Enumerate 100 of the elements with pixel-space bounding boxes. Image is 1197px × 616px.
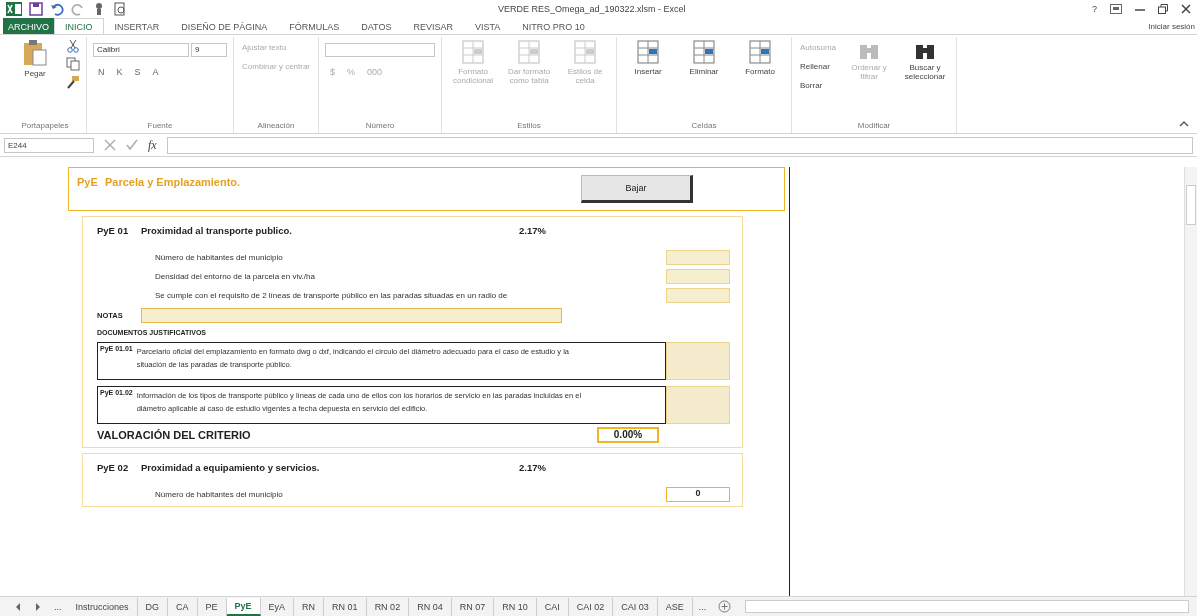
cancel-icon[interactable] — [104, 139, 116, 151]
scroll-right-icon[interactable] — [34, 602, 42, 611]
vertical-scrollbar[interactable] — [1184, 167, 1197, 596]
ribbon-tab[interactable]: DISEÑO DE PÁGINA — [170, 18, 279, 34]
field-label: Número de habitantes del municipio — [155, 253, 283, 262]
scissors-icon[interactable] — [66, 39, 80, 53]
table-grid-icon — [461, 39, 486, 65]
clipboard-icon — [22, 39, 48, 67]
sheet-tab[interactable]: CA — [168, 597, 198, 616]
collapse-ribbon-icon[interactable] — [1179, 121, 1189, 127]
ribbon-display-icon[interactable] — [1110, 4, 1122, 14]
sign-in-link[interactable]: Iniciar sesión — [1148, 18, 1197, 34]
criterion-title: Proximidad al transporte publico. — [141, 225, 293, 236]
criterion-code: PyE 01 — [97, 225, 130, 236]
input-cell[interactable] — [666, 269, 730, 284]
table-grid-icon — [692, 39, 717, 65]
restore-icon[interactable] — [1158, 4, 1168, 14]
ribbon-group-label: Fuente — [146, 121, 174, 132]
close-icon[interactable] — [1181, 4, 1191, 14]
sheet-tab[interactable]: CAI 02 — [568, 597, 614, 616]
save-icon[interactable] — [29, 2, 43, 16]
ribbon-group-label: Número — [364, 121, 396, 132]
attachment-cell[interactable] — [666, 342, 730, 380]
down-button[interactable]: Bajar — [581, 175, 693, 203]
table-grid-icon — [573, 39, 598, 65]
sheet-tab[interactable]: DG — [137, 597, 169, 616]
help-button[interactable]: ? — [1092, 4, 1097, 14]
check-icon[interactable] — [126, 139, 138, 151]
format-toggle[interactable]: K — [111, 67, 128, 77]
ribbon-group-label: Modificar — [856, 121, 892, 132]
ribbon-command[interactable]: Borrar — [798, 81, 839, 90]
ribbon-group-label: Estilos — [516, 121, 542, 132]
section-code: PyE — [77, 176, 99, 188]
input-cell[interactable]: 0 — [666, 487, 730, 502]
criterion-code: PyE 02 — [97, 462, 130, 473]
input-cell[interactable] — [666, 250, 730, 265]
sheet-tab[interactable]: RN 01 — [324, 597, 367, 616]
input-cell[interactable] — [666, 288, 730, 303]
number-format-field[interactable] — [325, 43, 436, 57]
redo-icon[interactable] — [71, 2, 85, 16]
window-title: VERDE RES_Omega_ad_190322.xlsm - Excel — [498, 4, 686, 14]
horizontal-scrollbar[interactable] — [745, 600, 1189, 613]
ribbon-group-label: Celdas — [690, 121, 718, 132]
ribbon-tab[interactable]: FÓRMULAS — [278, 18, 351, 34]
ribbon-command[interactable]: Rellenar — [798, 62, 839, 71]
print-preview-icon[interactable] — [113, 2, 127, 16]
insert-function-button[interactable]: fx — [148, 137, 157, 153]
ribbon-command[interactable]: Insertar — [623, 39, 674, 76]
ribbon-tab[interactable]: REVISAR — [402, 18, 464, 34]
sheet-tab[interactable]: PE — [197, 597, 227, 616]
notes-field[interactable] — [141, 308, 562, 323]
paste-button[interactable]: Pegar — [10, 39, 60, 78]
ribbon-tab[interactable]: VISTA — [463, 18, 512, 34]
sheet-tab[interactable]: PyE — [226, 597, 261, 616]
undo-icon[interactable] — [50, 2, 64, 16]
add-sheet-icon[interactable] — [718, 600, 732, 613]
more-sheets-button[interactable]: ... — [692, 601, 713, 612]
formula-field[interactable] — [166, 136, 1193, 154]
sheet-tab[interactable]: RN 04 — [409, 597, 452, 616]
field-label: Número de habitantes del municipio — [155, 490, 283, 499]
sheet-tab[interactable]: RN 02 — [366, 597, 410, 616]
attachment-cell[interactable] — [666, 386, 730, 424]
criterion-title: Proximidad a equipamiento y servicios. — [141, 462, 321, 473]
format-toggle[interactable]: S — [129, 67, 146, 77]
ribbon-tab[interactable]: INSERTAR — [103, 18, 171, 34]
sheet-tab[interactable]: RN 07 — [451, 597, 495, 616]
score-value: 0.00% — [597, 427, 659, 443]
ribbon-command[interactable]: Formato — [735, 39, 786, 76]
sheet-tab[interactable]: Instrucciones — [67, 597, 138, 616]
font-name-field[interactable]: Calibri — [93, 43, 189, 57]
sheet-tab[interactable]: CAI — [536, 597, 569, 616]
section-title: Parcela y Emplazamiento. — [105, 176, 241, 188]
name-box[interactable]: E244 — [4, 137, 94, 153]
ribbon-tab[interactable]: DATOS — [350, 18, 403, 34]
table-grid-icon — [748, 39, 773, 65]
scroll-left-icon[interactable] — [14, 602, 22, 611]
font-size-field[interactable]: 9 — [191, 43, 227, 57]
score-label: VALORACIÓN DEL CRITERIO — [97, 429, 251, 441]
format-painter-icon[interactable] — [66, 75, 80, 89]
field-label: Densidad del entorno de la parcela en viv./ha — [155, 272, 315, 281]
file-tab[interactable]: ARCHIVO — [3, 18, 54, 34]
criterion-weight: 2.17% — [519, 462, 546, 473]
criterion-weight: 2.17% — [519, 225, 546, 236]
format-toggle[interactable]: N — [93, 67, 110, 77]
sheet-tab[interactable]: RN — [294, 597, 325, 616]
sheet-tab[interactable]: RN 10 — [494, 597, 537, 616]
ribbon-group-label: Alineación — [256, 121, 296, 132]
sheet-tab[interactable]: EyA — [260, 597, 295, 616]
sheet-tab[interactable]: ASE — [657, 597, 693, 616]
table-grid-icon — [636, 39, 661, 65]
ribbon-command[interactable]: Buscar y seleccionar — [900, 39, 951, 81]
more-sheets-button[interactable]: ... — [48, 601, 68, 612]
ribbon-command[interactable]: Eliminar — [679, 39, 730, 76]
ribbon-group-label: Portapapeles — [20, 121, 70, 132]
format-toggle[interactable]: A — [147, 67, 164, 77]
field-label: Se cumple con el requisito de 2 líneas de transporte público en las paradas situadas en un radio de — [155, 291, 508, 300]
ribbon-tab[interactable]: INICIO — [54, 18, 104, 34]
sheet-tab[interactable]: CAI 03 — [613, 597, 658, 616]
ribbon-tab[interactable]: NITRO PRO 10 — [511, 18, 596, 34]
table-grid-icon — [517, 39, 542, 65]
